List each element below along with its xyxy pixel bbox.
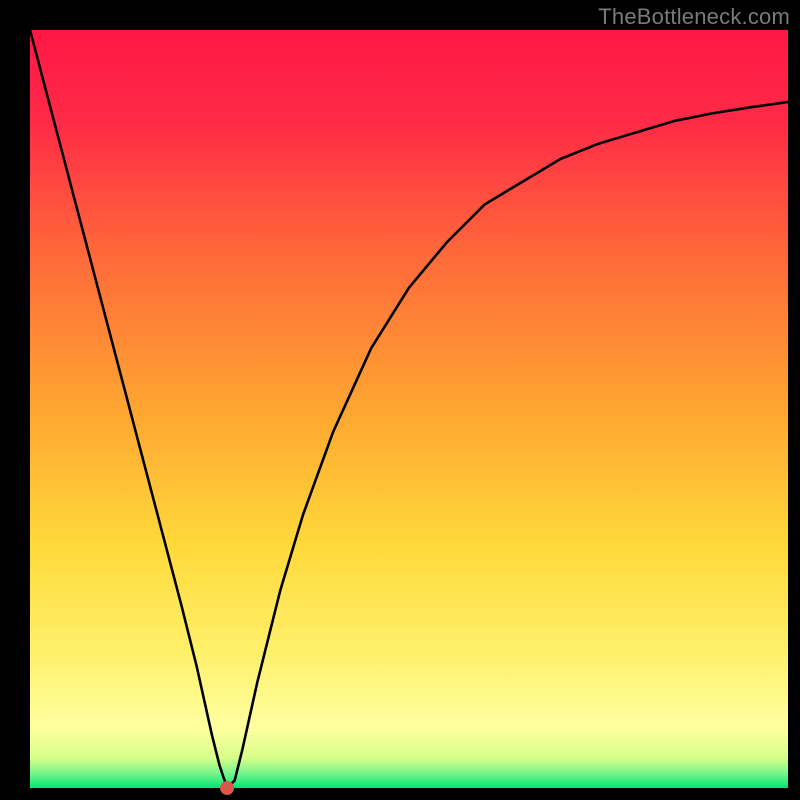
- optimal-point-marker: [220, 781, 234, 795]
- chart-frame: TheBottleneck.com: [0, 0, 800, 800]
- plot-background: [30, 30, 788, 788]
- watermark-text: TheBottleneck.com: [598, 4, 790, 30]
- bottleneck-chart: [0, 0, 800, 800]
